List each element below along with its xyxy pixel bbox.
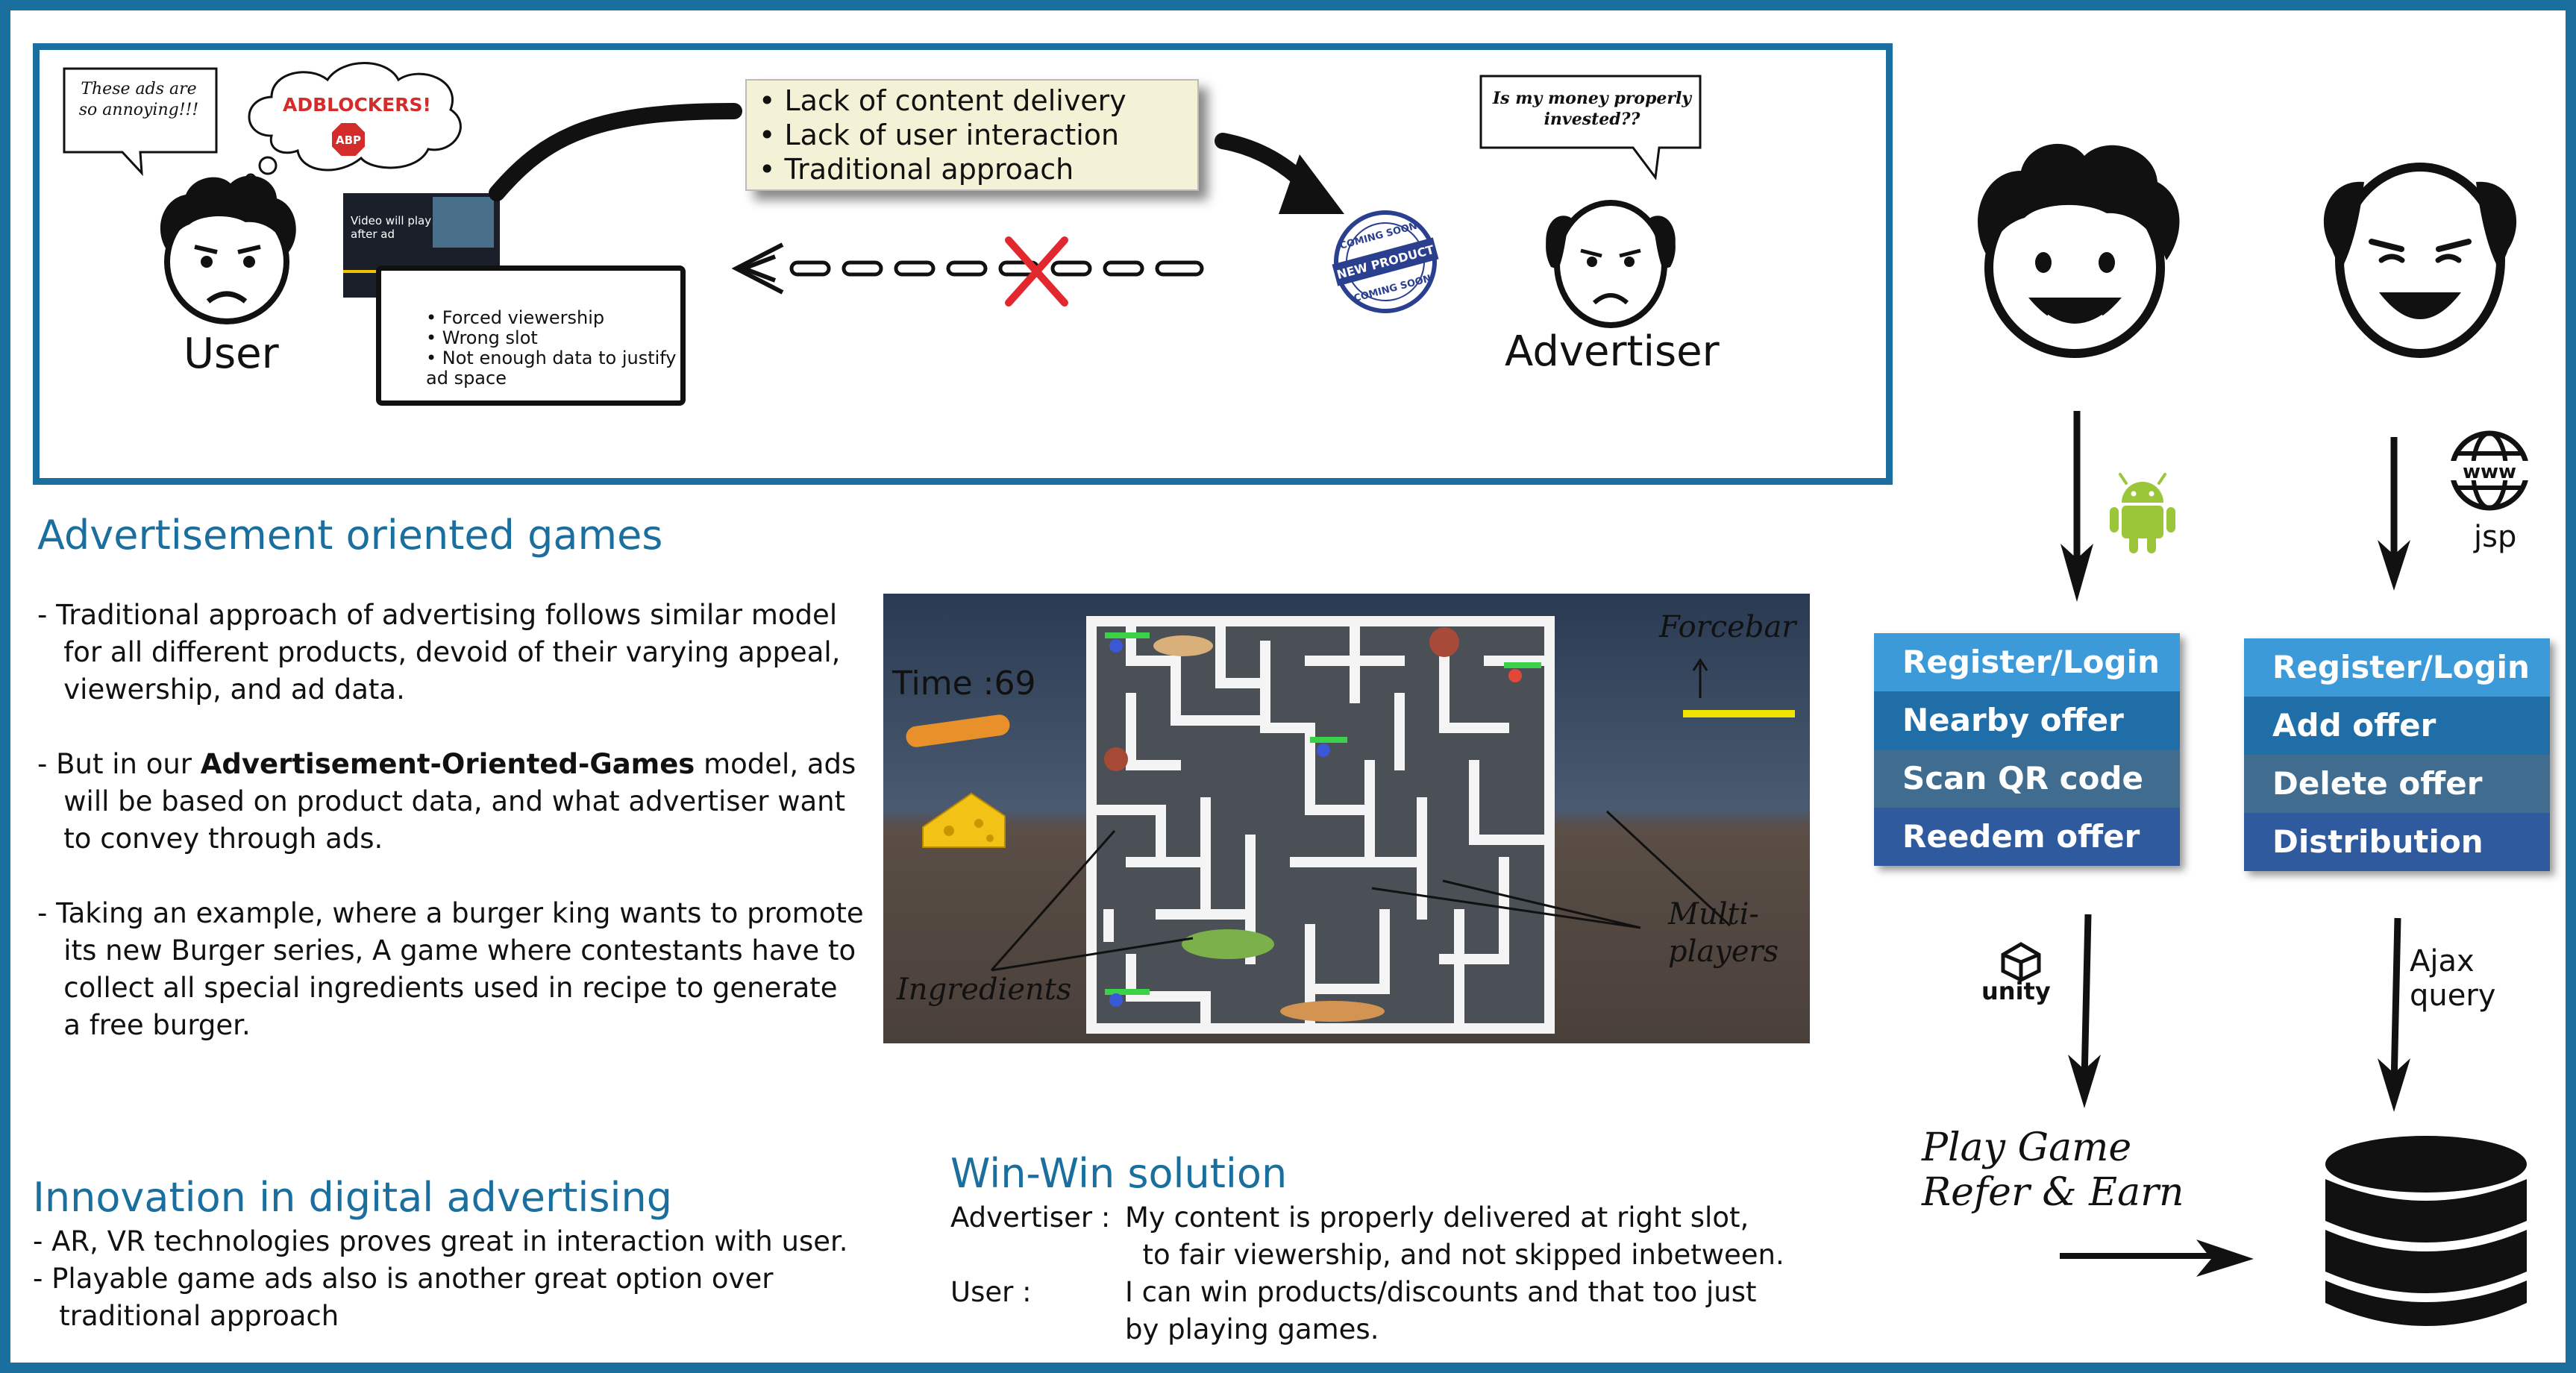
games-p1-line1: - Traditional approach of advertising fo… [37,599,838,631]
unity-label: unity [1981,977,2051,1005]
maze-game-screenshot: Time :69 Forcebar Ingredients Multi- pla… [883,594,1810,1043]
games-p2-line3: to convey through ads. [37,823,383,855]
ajax-label: Ajax query [2410,944,2496,1013]
games-p1-line2: for all different products, devoid of th… [37,636,841,668]
advertiser-to-web-arrow [2378,437,2410,591]
sad-advertiser-face-icon [1546,200,1676,328]
games-p3-line2: its new Burger series, A game where cont… [37,934,856,967]
jsp-label: jsp [2474,520,2517,554]
games-title: Advertisement oriented games [37,512,663,559]
database-icon [2325,1136,2527,1326]
infographic: These ads are so annoying!!! ADBLOCKERS! … [0,0,2576,1373]
winwin-advertiser-line1: My content is properly delivered at righ… [1125,1201,1749,1234]
user-menu-nearby-offer[interactable]: Nearby offer [1874,691,2180,750]
advertiser-menu-add-offer[interactable]: Add offer [2244,697,2550,755]
games-p3-line3: collect all special ingredients used in … [37,972,838,1004]
user-issues-box: • Forced viewership • Wrong slot • Not e… [376,266,686,406]
innovation-line1: - AR, VR technologies proves great in in… [33,1225,848,1257]
globe-www-icon: www [2448,430,2530,511]
innovation-line3: traditional approach [33,1300,339,1332]
games-p2-prefix: - But in our [37,748,201,780]
new-product-stamp: COMING SOON NEW PRODUCT COMING SOON [1332,210,1439,313]
happy-user-face-icon [1978,143,2180,358]
advertiser-menu-delete-offer[interactable]: Delete offer [2244,755,2550,813]
blocked-dashed-arrow [731,236,1204,307]
winwin-user-label: User : [950,1276,1032,1308]
abp-label: ABP [336,133,361,147]
games-p3-line4: a free burger. [37,1009,251,1041]
advertiser-menu-distribution[interactable]: Distribution [2244,813,2550,871]
unity-icon [2001,942,2041,982]
happy-advertiser-face-icon [2323,163,2517,358]
winwin-advertiser-label: Advertiser : [950,1201,1111,1234]
app-to-db-arrow [2068,914,2101,1108]
games-p2-line2: will be based on product data, and what … [37,785,846,817]
games-p3-line1: - Taking an example, where a burger king… [37,897,864,929]
adblockers-cloud [245,62,462,184]
user-menu-register-login[interactable]: Register/Login [1874,633,2180,691]
video-text: Video will play after ad [351,214,432,241]
advertiser-issues-note: • Lack of content delivery • Lack of use… [745,79,1199,191]
innovation-title: Innovation in digital advertising [33,1174,673,1221]
advertiser-bubble-text: Is my money properly invested?? [1492,89,1692,129]
advertiser-label: Advertiser [1505,327,1720,376]
user-menu-scan-qr[interactable]: Scan QR code [1874,750,2180,808]
user-bubble-text: These ads are so annoying!!! [78,80,199,119]
user-app-menu: Register/Login Nearby offer Scan QR code… [1874,633,2180,866]
android-icon [2110,473,2175,553]
ingredients-label: Ingredients [897,973,1072,1007]
games-p1-line3: viewership, and ad data. [37,673,405,706]
sad-user-face-icon [160,175,296,324]
winwin-user-line2: by playing games. [1125,1313,1379,1345]
innovation-description: - AR, VR technologies proves great in in… [33,1223,928,1335]
play-game-label: Play Game Refer & Earn [1922,1125,2184,1215]
advertiser-menu-register-login[interactable]: Register/Login [2244,638,2550,697]
winwin-advertiser-line2: to fair viewership, and not skipped inbe… [1125,1239,1784,1271]
user-to-app-arrow [2061,411,2093,602]
winwin-description: Advertiser : My content is properly deliv… [950,1199,1846,1348]
games-p2-bold: Advertisement-Oriented-Games [200,748,695,780]
winwin-user-line1: I can win products/discounts and that to… [1125,1276,1757,1308]
play-to-db-arrow [2060,1240,2254,1277]
winwin-title: Win-Win solution [950,1150,1288,1197]
video-preview [433,197,494,248]
adblock-stop-icon: ABP [330,122,366,157]
advertiser-web-menu: Register/Login Add offer Delete offer Di… [2244,638,2550,871]
multiplayers-label: Multi-players [1668,897,1779,969]
adblockers-label: ADBLOCKERS! [283,94,431,116]
user-menu-redeem-offer[interactable]: Reedem offer [1874,808,2180,866]
games-description: - Traditional approach of advertising fo… [37,597,873,1044]
games-p2-suffix: model, ads [695,748,856,780]
user-label: User [184,330,279,378]
innovation-line2: - Playable game ads also is another grea… [33,1263,774,1295]
svg-text:www: www [2463,461,2516,483]
